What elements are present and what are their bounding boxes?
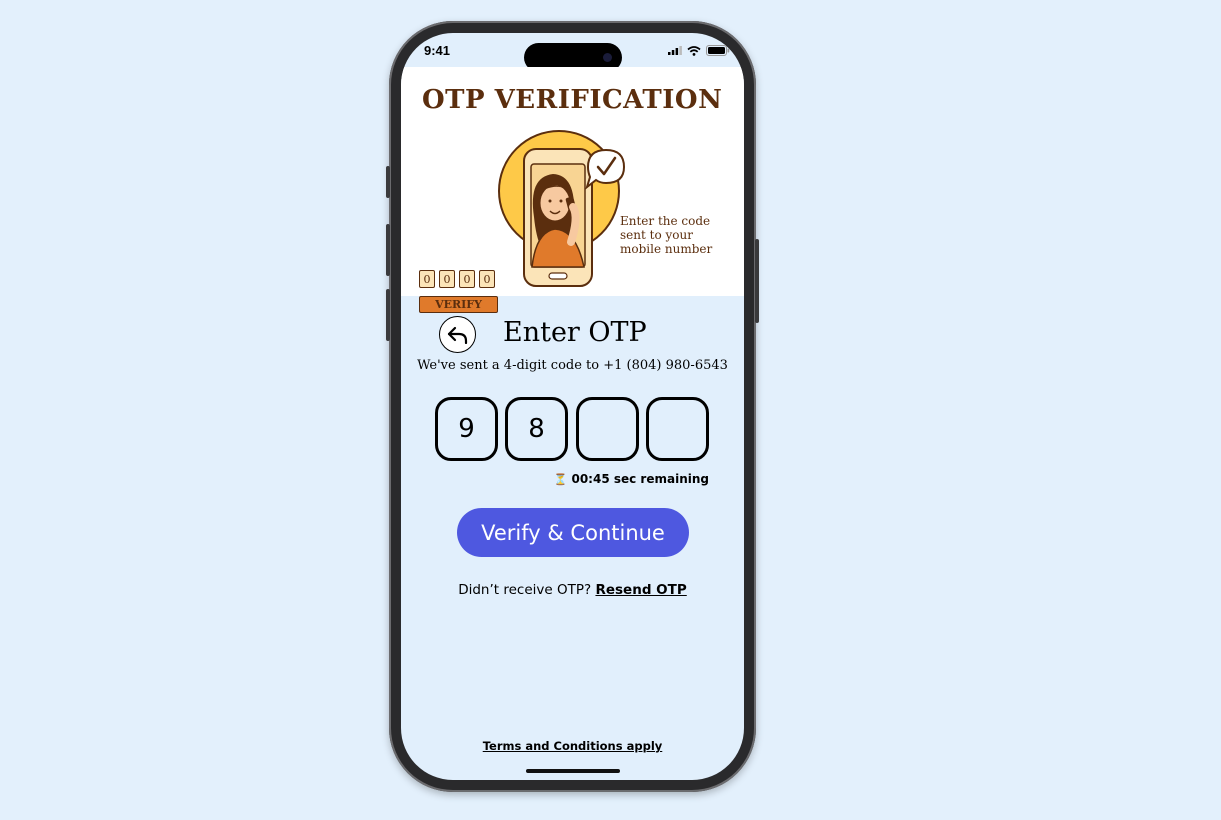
resend-otp-link[interactable]: Resend OTP (595, 582, 686, 598)
mini-verify-label: VERIFY (419, 296, 498, 313)
back-arrow-icon (447, 326, 467, 344)
status-icons (668, 45, 730, 56)
app-screen: 9:41 OTP VERIFICATION Enter the code sen… (401, 33, 744, 780)
back-button[interactable] (439, 316, 476, 353)
otp-digit-4[interactable] (646, 397, 709, 461)
otp-digit-1[interactable]: 9 (435, 397, 498, 461)
home-indicator[interactable] (526, 769, 620, 773)
wifi-icon (687, 45, 701, 56)
verify-continue-button[interactable]: Verify & Continue (457, 508, 689, 557)
hero-caption-line: mobile number (620, 242, 713, 256)
mini-code-digit: 0 (459, 270, 475, 288)
camera-icon (603, 53, 612, 62)
page-title: Enter OTP (503, 317, 647, 348)
silent-switch (386, 166, 390, 198)
volume-down-button (386, 289, 390, 341)
page-subtitle: We've sent a 4-digit code to +1 (804) 98… (417, 358, 728, 373)
hero-caption: Enter the code sent to your mobile numbe… (620, 214, 712, 256)
mini-code-digit: 0 (439, 270, 455, 288)
hero-caption-line: Enter the code (620, 214, 711, 228)
hourglass-icon: ⏳ (553, 472, 568, 486)
power-button (755, 239, 759, 323)
cellular-signal-icon (668, 46, 682, 55)
otp-digit-3[interactable] (576, 397, 639, 461)
hero-caption-line: sent to your (620, 228, 693, 242)
hero-illustration: OTP VERIFICATION Enter the code sent to … (401, 67, 744, 313)
timer-text: 00:45 sec remaining (571, 472, 709, 486)
resend-row: Didn’t receive OTP? Resend OTP (401, 582, 744, 598)
status-time: 9:41 (424, 43, 451, 58)
hero-title: OTP VERIFICATION (422, 85, 723, 115)
mini-code-digit: 0 (479, 270, 495, 288)
mini-code-digit: 0 (419, 270, 435, 288)
terms-link[interactable]: Terms and Conditions apply (401, 739, 744, 753)
countdown-timer: ⏳ 00:45 sec remaining (554, 472, 709, 486)
volume-up-button (386, 224, 390, 276)
otp-digit-2[interactable]: 8 (505, 397, 568, 461)
status-bar: 9:41 (401, 33, 744, 72)
battery-icon (706, 45, 730, 56)
resend-prompt: Didn’t receive OTP? (458, 582, 596, 598)
